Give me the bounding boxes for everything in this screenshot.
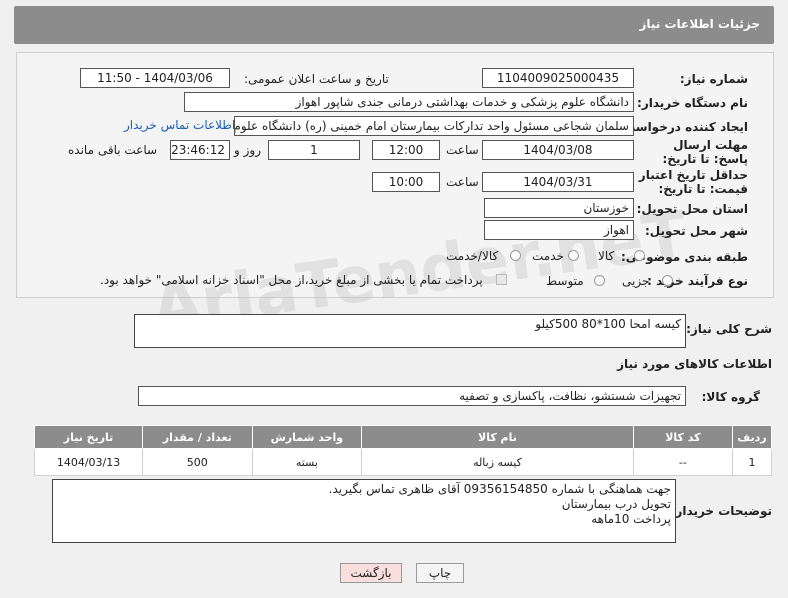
buyer-org-label: نام دستگاه خریدار:	[637, 96, 748, 110]
table-row[interactable]: 1 -- کیسه زباله بسته 500 1404/03/13	[33, 448, 772, 476]
need-number-label: شماره نیاز:	[679, 72, 748, 86]
category-goods-radio[interactable]	[634, 250, 645, 261]
process-minor-label: جزیی	[622, 274, 650, 288]
buyer-notes-line: جهت هماهنگی با شماره 09356154850 آقای ظا…	[328, 482, 671, 496]
page-header: جزئیات اطلاعات نیاز	[14, 6, 774, 44]
summary-label: شرح کلی نیاز:	[686, 322, 772, 336]
cell-unit: بسته	[251, 448, 363, 476]
print-button[interactable]: چاپ	[416, 563, 464, 583]
days-label: روز و	[234, 143, 261, 157]
city-label: شهر محل تحویل:	[644, 224, 748, 238]
back-button[interactable]: بازگشت	[340, 563, 402, 583]
process-minor-radio[interactable]	[662, 275, 673, 286]
reply-date-field[interactable]: 1404/03/08	[482, 140, 634, 160]
treasury-payment-checkbox[interactable]	[496, 274, 507, 285]
cell-name: کیسه زباله	[361, 448, 634, 476]
cell-date: 1404/03/13	[33, 448, 144, 476]
price-validity-label: حداقل تاریخ اعتبار قیمت: تا تاریخ:	[638, 168, 748, 196]
buyer-notes-line: پرداخت 10ماهه	[591, 512, 671, 526]
announce-datetime-field[interactable]: 1404/03/06 - 11:50	[80, 68, 230, 88]
goods-info-title: اطلاعات کالاهای مورد نیاز	[617, 357, 772, 371]
col-unit-header: واحد شمارش	[251, 425, 363, 449]
treasury-payment-note: پرداخت تمام یا بخشی از مبلغ خرید،از محل …	[100, 273, 483, 287]
announce-datetime-label: تاریخ و ساعت اعلان عمومی:	[244, 72, 389, 86]
cell-code: --	[632, 448, 734, 476]
goods-group-field[interactable]: تجهیزات شستشو، نظافت، پاکسازی و تصفیه	[138, 386, 686, 406]
cell-qty: 500	[142, 448, 253, 476]
province-field[interactable]: خوزستان	[484, 198, 634, 218]
buyer-org-field[interactable]: دانشگاه علوم پزشکی و خدمات بهداشتی درمان…	[184, 92, 634, 112]
process-medium-label: متوسط	[546, 274, 584, 288]
need-number-field[interactable]: 1104009025000435	[482, 68, 634, 88]
price-validity-date-field[interactable]: 1404/03/31	[482, 172, 634, 192]
cell-row: 1	[732, 448, 772, 476]
page-title: جزئیات اطلاعات نیاز	[639, 17, 760, 31]
reply-time-label: ساعت	[446, 143, 479, 157]
category-service-label: خدمت	[532, 249, 564, 263]
col-name-header: نام کالا	[361, 425, 634, 449]
buyer-notes-label: توضیحات خریدار:	[670, 504, 772, 518]
reply-time-field[interactable]: 12:00	[372, 140, 440, 160]
reply-deadline-label: مهلت ارسال پاسخ: تا تاریخ:	[662, 138, 749, 166]
remaining-time-label: ساعت باقی مانده	[68, 143, 158, 157]
province-label: استان محل تحویل:	[636, 202, 748, 216]
city-field[interactable]: اهواز	[484, 220, 634, 240]
col-date-header: تاریخ نیاز	[33, 425, 144, 449]
col-row-header: ردیف	[732, 425, 772, 449]
buyer-notes-textarea[interactable]: جهت هماهنگی با شماره 09356154850 آقای ظا…	[52, 479, 676, 543]
price-validity-time-field[interactable]: 10:00	[372, 172, 440, 192]
buyer-notes-line: تحویل درب بیمارستان	[561, 497, 671, 511]
category-goods-label: کالا	[598, 249, 615, 263]
col-code-header: کد کالا	[632, 425, 734, 449]
col-qty-header: تعداد / مقدار	[142, 425, 253, 449]
creator-label: ایجاد کننده درخواست:	[618, 120, 748, 134]
process-medium-radio[interactable]	[594, 275, 605, 286]
creator-field[interactable]: سلمان شجاعی مسئول واحد تدارکات بیمارستان…	[234, 116, 634, 136]
goods-table-header-row: ردیف کد کالا نام کالا واحد شمارش تعداد /…	[33, 425, 772, 449]
goods-table: ردیف کد کالا نام کالا واحد شمارش تعداد /…	[33, 425, 772, 476]
category-service-radio[interactable]	[568, 250, 579, 261]
remaining-time-field[interactable]: 23:46:12	[170, 140, 230, 160]
goods-group-label: گروه کالا:	[701, 390, 760, 404]
summary-textarea[interactable]: کیسه امحا 100*80 500کیلو	[134, 314, 686, 348]
category-goods-service-label: کالا/خدمت	[446, 249, 499, 263]
buyer-contact-link[interactable]: اطلاعات تماس خریدار	[124, 118, 235, 132]
category-goods-service-radio[interactable]	[510, 250, 521, 261]
price-time-label: ساعت	[446, 175, 479, 189]
remaining-days-field[interactable]: 1	[268, 140, 360, 160]
